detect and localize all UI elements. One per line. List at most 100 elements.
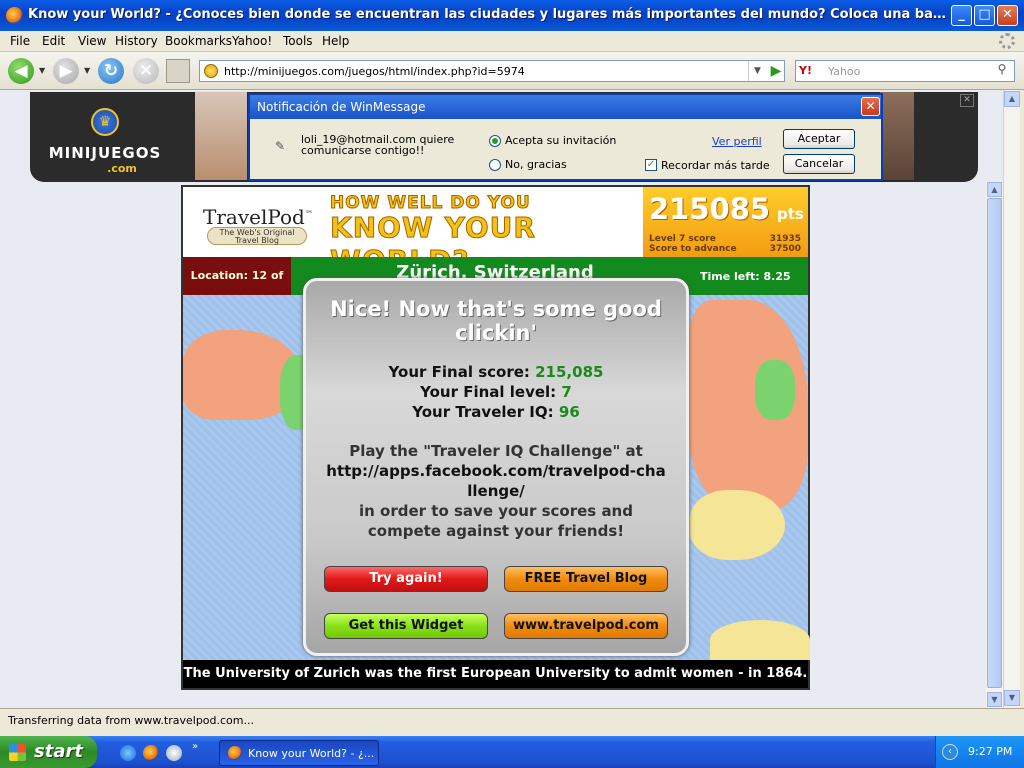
throbber-icon <box>999 33 1015 49</box>
game-title: HOW WELL DO YOU KNOW YOUR WORLD? <box>330 193 620 278</box>
advance-score-value: 37500 <box>769 244 801 254</box>
level-score-row: Level 7 score 31935 <box>649 234 801 244</box>
menu-view[interactable]: View <box>78 34 106 48</box>
points-value: 215085 <box>649 192 771 226</box>
back-arrow-icon[interactable]: ◀ <box>8 58 34 84</box>
site-favicon-icon <box>204 64 218 78</box>
ie-quicklaunch-icon[interactable] <box>120 745 136 761</box>
search-bar[interactable]: Y! Yahoo ⚲ <box>795 60 1015 82</box>
home-icon[interactable] <box>166 59 190 83</box>
menu-yahoo[interactable]: Yahoo! <box>232 34 272 48</box>
time-left: Time left: 8.25 <box>700 270 791 283</box>
score-panel: 215085 pts Level 7 score 31935 Score to … <box>643 187 808 257</box>
search-input[interactable]: Yahoo <box>828 65 860 78</box>
forward-arrow-icon[interactable]: ▶ <box>53 58 79 84</box>
menu-tools[interactable]: Tools <box>283 34 313 48</box>
challenge-url[interactable]: http://apps.facebook.com/travelpod-chall… <box>326 461 666 501</box>
remember-checkbox[interactable]: ✓ <box>645 159 657 171</box>
maximize-button[interactable]: □ <box>974 5 995 26</box>
window-title: Know your World? - ¿Conoces bien donde s… <box>28 7 948 22</box>
travelpod-name: TravelPod™ <box>203 205 313 229</box>
accept-button[interactable]: Aceptar <box>783 129 855 149</box>
level-score-value: 31935 <box>769 234 801 244</box>
ad-close-icon[interactable]: ✕ <box>960 94 974 107</box>
cancel-button[interactable]: Cancelar <box>783 154 855 174</box>
address-bar[interactable]: http://minijuegos.com/juegos/html/index.… <box>199 60 785 82</box>
accept-radio-label[interactable]: Acepta su invitación <box>505 134 616 147</box>
scroll-up-icon[interactable]: ▲ <box>1004 91 1020 107</box>
try-again-button[interactable]: Try again! <box>324 566 488 592</box>
challenge-line2: in order to save your scores and compete… <box>359 502 633 540</box>
accept-radio[interactable] <box>489 135 501 147</box>
final-score-line: Your Final score: 215,085 <box>306 363 686 381</box>
firefox-task-icon <box>228 746 242 760</box>
result-headline: Nice! Now that's some good clickin' <box>330 297 662 345</box>
notification-message: loli_19@hotmail.com quiere comunicarse c… <box>301 133 455 157</box>
traveler-iq-line: Your Traveler IQ: 96 <box>306 403 686 421</box>
firefox-quicklaunch-icon[interactable] <box>143 745 159 761</box>
taskbar-item-firefox[interactable]: Know your World? - ¿... <box>219 740 379 766</box>
scroll-down-icon[interactable]: ▼ <box>1004 690 1020 706</box>
back-dropdown-icon[interactable]: ▼ <box>39 66 45 75</box>
system-tray: ‹ 9:27 PM <box>935 736 1024 768</box>
final-level-line: Your Final level: 7 <box>306 383 686 401</box>
minijuegos-logo[interactable]: ♛ MINIJUEGOS .com <box>40 100 170 175</box>
ad-image-right[interactable] <box>880 92 914 180</box>
url-text[interactable]: http://minijuegos.com/juegos/html/index.… <box>224 65 525 78</box>
title-bar[interactable]: Know your World? - ¿Conoces bien donde s… <box>0 0 1024 31</box>
advance-score-label: Score to advance <box>649 244 737 254</box>
remember-checkbox-label[interactable]: Recordar más tarde <box>661 159 770 172</box>
travelpod-tm: ™ <box>304 209 313 219</box>
inner-scroll-up-icon[interactable]: ▲ <box>987 182 1002 197</box>
start-label: start <box>34 741 83 762</box>
search-icon[interactable]: ⚲ <box>992 62 1012 80</box>
menu-file[interactable]: File <box>10 34 30 48</box>
crown-icon: ♛ <box>91 108 119 136</box>
inner-scroll-down-icon[interactable]: ▼ <box>987 692 1002 707</box>
free-travel-blog-button[interactable]: FREE Travel Blog <box>504 566 668 592</box>
travelpod-logo[interactable]: TravelPod™ The Web's Original Travel Blo… <box>195 195 315 247</box>
yahoo-engine-icon[interactable]: Y! <box>799 64 825 79</box>
status-bar: Transferring data from www.travelpod.com… <box>0 708 1024 732</box>
decline-radio-label[interactable]: No, gracias <box>505 158 567 171</box>
start-button[interactable]: start <box>0 736 97 768</box>
url-dropdown-icon[interactable]: ▼ <box>748 61 766 81</box>
minimize-button[interactable]: _ <box>951 5 972 26</box>
view-profile-link[interactable]: Ver perfil <box>712 135 762 148</box>
map-land-australia <box>690 490 785 560</box>
notification-close-button[interactable]: ✕ <box>861 97 880 116</box>
inner-scrollbar[interactable]: ▲ ▼ <box>986 182 1003 708</box>
map-land-japan <box>755 360 795 420</box>
media-quicklaunch-icon[interactable] <box>166 745 182 761</box>
final-score-value: 215,085 <box>535 363 604 381</box>
points-unit: pts <box>777 205 804 223</box>
travelpod-site-button[interactable]: www.travelpod.com <box>504 613 668 639</box>
reload-icon[interactable]: ↻ <box>98 58 124 84</box>
stop-icon[interactable]: ✕ <box>133 58 159 84</box>
menu-bar: File Edit View History Bookmarks Yahoo! … <box>0 31 1024 52</box>
logo-dotcom: .com <box>107 162 137 175</box>
final-score-label: Your Final score: <box>388 363 530 381</box>
travelpod-brand: TravelPod <box>203 205 305 229</box>
forward-dropdown-icon[interactable]: ▼ <box>84 66 90 75</box>
winmessage-notification: Notificación de WinMessage ✕ ✎ loli_19@h… <box>248 93 883 181</box>
traveler-iq-label: Your Traveler IQ: <box>412 403 554 421</box>
browser-scrollbar[interactable]: ▲ ▼ <box>1003 90 1020 708</box>
go-arrow-icon[interactable]: ▶ <box>768 62 784 80</box>
get-widget-button[interactable]: Get this Widget <box>324 613 488 639</box>
decline-radio[interactable] <box>489 159 501 171</box>
menu-help[interactable]: Help <box>322 34 349 48</box>
notification-header: Notificación de WinMessage ✕ <box>250 95 881 119</box>
menu-edit[interactable]: Edit <box>42 34 65 48</box>
inner-scroll-thumb[interactable] <box>987 198 1002 688</box>
quicklaunch-expand-icon[interactable]: » <box>192 741 198 752</box>
final-level-label: Your Final level: <box>420 383 557 401</box>
game-title-line1: HOW WELL DO YOU <box>330 193 531 214</box>
tray-expand-icon[interactable]: ‹ <box>942 744 958 760</box>
menu-history[interactable]: History <box>115 34 158 48</box>
menu-bookmarks[interactable]: Bookmarks <box>165 34 232 48</box>
challenge-message: Play the "Traveler IQ Challenge" at http… <box>326 441 666 541</box>
close-button[interactable]: ✕ <box>997 5 1018 26</box>
ad-image[interactable] <box>195 92 247 180</box>
clock[interactable]: 9:27 PM <box>968 745 1012 758</box>
